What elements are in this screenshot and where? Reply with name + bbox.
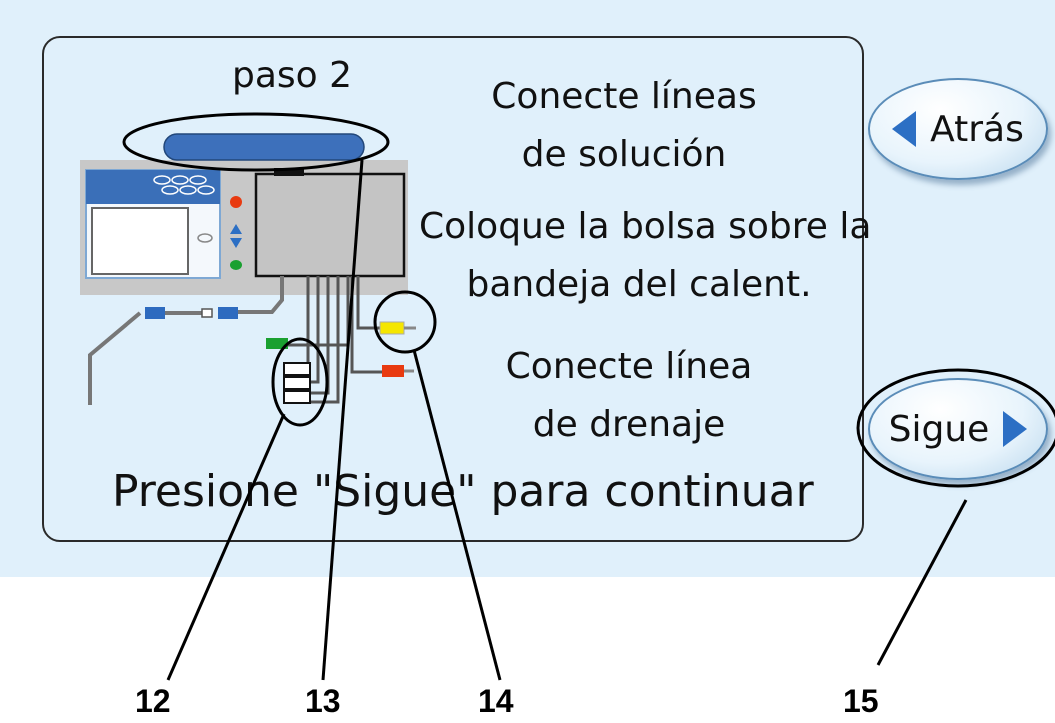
callout-15-label: 15 [843, 683, 879, 719]
illustration-layer [80, 112, 1055, 681]
stop-button-icon [230, 196, 242, 208]
patient-connector [145, 307, 165, 319]
cassette-door [254, 172, 406, 278]
patient-line [88, 276, 284, 405]
callout-12-leader [166, 413, 286, 681]
callout-14-label: 14 [478, 683, 514, 719]
callout-12-label: 12 [135, 683, 171, 719]
patient-clamp [201, 308, 213, 318]
callout-15-leader [876, 499, 968, 666]
solution-line-clamps [283, 362, 311, 404]
patient-connector [218, 307, 238, 319]
display-window [91, 207, 189, 275]
yellow-line-connector [379, 321, 405, 335]
go-button-icon [230, 260, 242, 270]
callout-13-label: 13 [305, 683, 341, 719]
drain-line-connector [382, 365, 404, 377]
callout-14-leader [412, 349, 502, 681]
cycler-illustration [80, 133, 416, 405]
callout-15-ellipse [856, 368, 1055, 488]
heater-tray [163, 133, 365, 161]
